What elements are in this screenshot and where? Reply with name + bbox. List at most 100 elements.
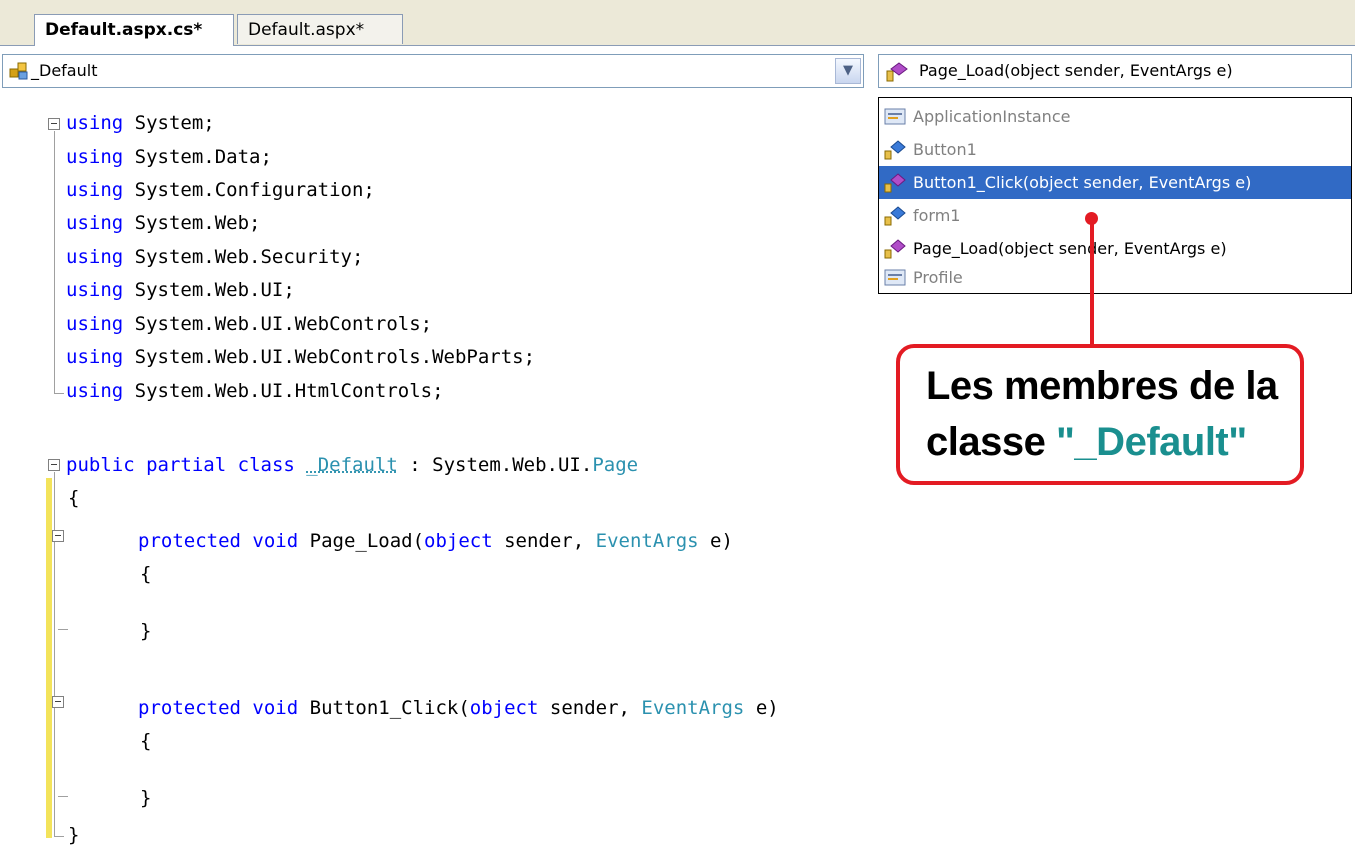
keyword: void [252, 530, 299, 552]
keyword: class [237, 454, 295, 476]
code-line: using System; [66, 106, 215, 140]
code-line: } [68, 818, 79, 852]
keyword: using [66, 313, 124, 335]
class-dropdown[interactable]: _Default ▼ [2, 54, 864, 88]
code-line: { [140, 557, 151, 591]
keyword: object [424, 530, 493, 552]
type-name: EventArgs [641, 697, 745, 719]
member-list-item-label: Button1_Click(object sender, EventArgs e… [913, 173, 1252, 192]
class-icon [9, 62, 28, 80]
outline-guide [54, 131, 55, 393]
namespace: System.Web.Security; [134, 246, 364, 268]
keyword: using [66, 146, 124, 168]
code-line: using System.Web; [66, 206, 261, 240]
outline-guide-end [54, 836, 64, 837]
tab-default-aspx[interactable]: Default.aspx* [237, 14, 403, 44]
keyword: using [66, 179, 124, 201]
brace: { [140, 563, 152, 585]
member-dropdown[interactable]: Page_Load(object sender, EventArgs e) [878, 54, 1352, 88]
tab-default-aspx-cs[interactable]: Default.aspx.cs* [34, 14, 234, 46]
parameter: e) [710, 530, 733, 552]
member-dropdown-value: Page_Load(object sender, EventArgs e) [919, 61, 1233, 80]
keyword: using [66, 246, 124, 268]
callout-pointer-dot [1085, 212, 1098, 225]
property-icon [884, 108, 906, 125]
tab-label: Default.aspx* [248, 20, 365, 40]
keyword: using [66, 380, 124, 402]
keyword: using [66, 279, 124, 301]
namespace: System.Web; [134, 212, 261, 234]
namespace: System.Web.UI. [432, 454, 593, 476]
field-icon [884, 140, 906, 160]
base-type: Page [592, 454, 639, 476]
collapse-button1-click-icon[interactable] [52, 696, 64, 708]
brace: } [68, 824, 80, 846]
callout-text-prefix: classe [926, 420, 1046, 464]
code-line: using System.Web.UI.HtmlControls; [66, 374, 444, 408]
method-icon [886, 62, 908, 82]
member-list-item-label: form1 [913, 206, 961, 225]
keyword: protected [138, 697, 241, 719]
callout-text: classe "_Default" [926, 420, 1247, 465]
parameter: sender, [504, 530, 585, 552]
punctuation: : [409, 454, 421, 476]
namespace: System; [134, 112, 215, 134]
navigation-bar: _Default ▼ Page_Load(object sender, Even… [0, 46, 1355, 94]
member-dropdown-list[interactable]: ApplicationInstance Button1 Button1_Clic… [878, 97, 1352, 294]
collapse-using-block-icon[interactable] [48, 118, 60, 130]
method-declaration-line: protected void Page_Load(object sender, … [138, 524, 733, 558]
outline-guide-end [54, 393, 64, 394]
parameter: sender, [549, 697, 630, 719]
callout-class-name: "_Default" [1055, 420, 1247, 464]
code-line: { [140, 724, 151, 758]
outline-guide-end [58, 629, 68, 630]
namespace: System.Web.UI.HtmlControls; [134, 380, 444, 402]
member-list-item-label: Profile [913, 268, 963, 287]
callout-pointer-line [1090, 218, 1094, 346]
member-list-item[interactable]: Profile [879, 261, 1351, 294]
keyword: object [469, 697, 539, 719]
outline-guide-end [58, 796, 68, 797]
namespace: System.Configuration; [134, 179, 375, 201]
keyword: using [66, 112, 124, 134]
code-line: using System.Configuration; [66, 173, 375, 207]
brace: { [68, 487, 80, 509]
tab-label: Default.aspx.cs* [45, 20, 203, 40]
brace: } [140, 620, 152, 642]
code-line: using System.Web.UI.WebControls; [66, 307, 432, 341]
namespace: System.Data; [134, 146, 272, 168]
method-name: Button1_Click( [309, 697, 470, 719]
member-list-item-label: Button1 [913, 140, 977, 159]
namespace: System.Web.UI.WebControls; [134, 313, 433, 335]
member-list-item-label: ApplicationInstance [913, 107, 1071, 126]
member-list-item[interactable]: form1 [879, 199, 1351, 232]
chevron-down-icon[interactable]: ▼ [835, 58, 861, 84]
method-name: Page_Load( [309, 530, 425, 552]
keyword: public [66, 454, 135, 476]
annotation-callout: Les membres de la classe "_Default" [896, 344, 1304, 485]
keyword: using [66, 212, 124, 234]
code-line: } [140, 614, 151, 648]
keyword: partial [146, 454, 227, 476]
member-list-item[interactable]: ApplicationInstance [879, 100, 1351, 133]
code-line: } [140, 781, 151, 815]
callout-text: Les membres de la [926, 364, 1278, 408]
code-line: using System.Data; [66, 140, 272, 174]
outline-guide [54, 472, 55, 836]
brace: } [140, 787, 152, 809]
keyword: protected [138, 530, 241, 552]
method-declaration-line: protected void Button1_Click(object send… [138, 691, 779, 725]
field-icon [884, 206, 906, 226]
keyword: void [252, 697, 299, 719]
member-list-item-selected[interactable]: Button1_Click(object sender, EventArgs e… [879, 166, 1351, 199]
collapse-page-load-icon[interactable] [52, 530, 64, 542]
class-declaration-line: public partial class _Default : System.W… [66, 448, 638, 482]
collapse-class-icon[interactable] [48, 459, 60, 471]
code-line: { [68, 481, 79, 515]
code-line: using System.Web.UI.WebControls.WebParts… [66, 340, 535, 374]
keyword: using [66, 346, 124, 368]
document-tab-bar: Default.aspx.cs* Default.aspx* [0, 0, 1355, 46]
property-icon [884, 269, 906, 286]
class-dropdown-value: _Default [31, 61, 98, 80]
member-list-item[interactable]: Button1 [879, 133, 1351, 166]
